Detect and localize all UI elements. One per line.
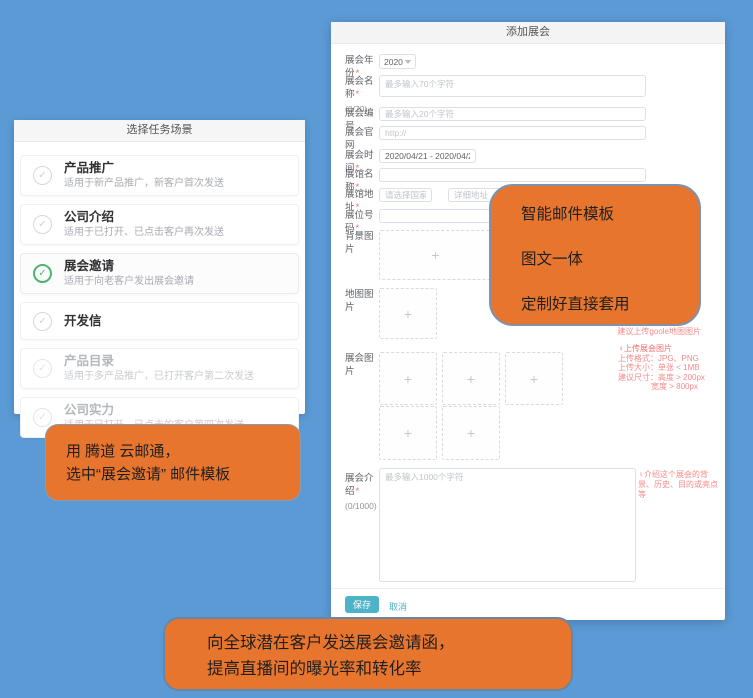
map-image-label: 地图图片 xyxy=(345,288,379,314)
scenario-list: ✓ 产品推广 适用于新产品推广，新客户首次发送 ✓ 公司介绍 适用于已打开、已点… xyxy=(14,142,305,448)
chevron-down-icon xyxy=(405,60,411,64)
callout-line: 提高直播间的曝光率和转化率 xyxy=(207,656,571,682)
plus-icon: + xyxy=(467,425,475,441)
scenario-item-product-catalog[interactable]: ✓ 产品目录 适用于多产品推广，已打开客户第二次发送 xyxy=(20,348,299,389)
exhibition-time-input[interactable] xyxy=(379,149,476,163)
check-icon: ✓ xyxy=(38,170,46,181)
scenario-title: 开发信 xyxy=(64,314,102,329)
expo-images-label: 展会图片 xyxy=(345,352,379,378)
intro-label: 展会介绍* (0/1000) xyxy=(345,472,379,513)
country-select-input[interactable] xyxy=(379,188,432,202)
expo-image-upload[interactable]: + xyxy=(442,406,500,460)
callout-line: 用 腾道 云邮通， xyxy=(66,440,300,463)
exhibition-name-input[interactable] xyxy=(379,75,646,97)
page-background: 选择任务场景 ✓ 产品推广 适用于新产品推广，新客户首次发送 ✓ 公司介绍 适用… xyxy=(0,0,753,698)
check-icon: ✓ xyxy=(38,268,46,279)
plus-icon: + xyxy=(404,425,412,441)
check-circle-icon: ✓ xyxy=(33,166,52,185)
check-icon: ✓ xyxy=(38,316,46,327)
check-icon: ✓ xyxy=(38,363,46,374)
exhibition-intro-textarea[interactable] xyxy=(379,468,636,582)
scenario-title: 产品推广 xyxy=(64,161,224,176)
scenario-title: 公司实力 xyxy=(64,403,244,418)
expo-hint-line: 上传大小：单张 < 1MB xyxy=(618,363,722,373)
scenario-panel: 选择任务场景 ✓ 产品推广 适用于新产品推广，新客户首次发送 ✓ 公司介绍 适用… xyxy=(14,120,305,414)
cancel-button[interactable]: 取消 xyxy=(389,600,407,613)
check-circle-icon: ✓ xyxy=(33,359,52,378)
expo-hint-line: 宽度 > 800px xyxy=(618,382,722,392)
year-select[interactable]: 2020 xyxy=(379,54,416,69)
scenario-title: 公司介绍 xyxy=(64,210,224,225)
plus-icon: + xyxy=(404,306,412,322)
plus-icon: + xyxy=(431,247,439,263)
year-select-value: 2020 xyxy=(384,57,403,67)
scenario-item-exhibition-invite[interactable]: ✓ 展会邀请 适用于向老客户发出展会邀请 xyxy=(20,253,299,294)
check-circle-icon: ✓ xyxy=(33,215,52,234)
scenario-item-product-promo[interactable]: ✓ 产品推广 适用于新产品推广，新客户首次发送 xyxy=(20,155,299,196)
check-icon: ✓ xyxy=(38,219,46,230)
scenario-subtitle: 适用于向老客户发出展会邀请 xyxy=(64,276,194,288)
expo-image-upload[interactable]: + xyxy=(505,352,563,405)
callout-line: 定制好直接套用 xyxy=(521,293,699,316)
expo-image-upload[interactable]: + xyxy=(379,352,437,405)
scenario-title: 产品目录 xyxy=(64,354,254,369)
scenario-item-company-intro[interactable]: ✓ 公司介绍 适用于已打开、已点击客户再次发送 xyxy=(20,204,299,245)
callout-line: 向全球潜在客户发送展会邀请函， xyxy=(207,630,571,656)
expo-hint-line: 建议尺寸：高度 > 200px xyxy=(618,373,722,383)
callout-benefit: 向全球潜在客户发送展会邀请函， 提高直播间的曝光率和转化率 xyxy=(163,617,573,691)
exhibition-website-input[interactable] xyxy=(379,126,646,140)
callout-select-template: 用 腾道 云邮通， 选中“展会邀请” 邮件模板 xyxy=(45,424,301,501)
venue-name-input[interactable] xyxy=(379,168,646,182)
check-icon: ✓ xyxy=(38,412,46,423)
footer-divider xyxy=(331,588,725,589)
map-image-upload[interactable]: + xyxy=(379,288,437,339)
expo-hint-line: 上传格式：JPG、PNG xyxy=(618,354,722,364)
callout-line: 智能邮件模板 xyxy=(521,203,699,226)
plus-icon: + xyxy=(404,371,412,387)
callout-line: 选中“展会邀请” 邮件模板 xyxy=(66,463,300,486)
check-circle-icon-selected: ✓ xyxy=(33,264,52,283)
check-circle-icon: ✓ xyxy=(33,312,52,331)
intro-hint: ♀介绍这个展会的背景、历史、目的或亮点等 xyxy=(638,470,718,500)
save-button[interactable]: 保存 xyxy=(345,596,379,613)
bg-image-upload[interactable]: + xyxy=(379,230,492,280)
expo-hint-title: ♀上传展会图片 xyxy=(618,344,722,354)
bg-image-label: 背景图片 xyxy=(345,230,379,256)
scenario-title: 展会邀请 xyxy=(64,259,194,274)
scenario-subtitle: 适用于已打开、已点击客户再次发送 xyxy=(64,227,224,239)
scenario-subtitle: 适用于多产品推广，已打开客户第二次发送 xyxy=(64,371,254,383)
scenario-item-dev-letter[interactable]: ✓ 开发信 xyxy=(20,302,299,340)
scenario-panel-title: 选择任务场景 xyxy=(14,120,305,142)
check-circle-icon: ✓ xyxy=(33,408,52,427)
expo-images-hint: ♀上传展会图片 上传格式：JPG、PNG 上传大小：单张 < 1MB 建议尺寸：… xyxy=(618,344,722,392)
expo-image-upload[interactable]: + xyxy=(442,352,500,405)
callout-line: 图文一体 xyxy=(521,248,699,271)
exhibition-code-input[interactable] xyxy=(379,107,646,121)
callout-smart-template: 智能邮件模板 图文一体 定制好直接套用 xyxy=(489,184,701,326)
expo-image-upload[interactable]: + xyxy=(379,406,437,460)
plus-icon: + xyxy=(467,371,475,387)
scenario-subtitle: 适用于新产品推广，新客户首次发送 xyxy=(64,178,224,190)
plus-icon: + xyxy=(530,371,538,387)
intro-counter: (0/1000) xyxy=(345,500,379,513)
map-image-hint: 建议上传goole地图图片 xyxy=(529,327,701,337)
modal-title: 添加展会 xyxy=(331,22,725,44)
